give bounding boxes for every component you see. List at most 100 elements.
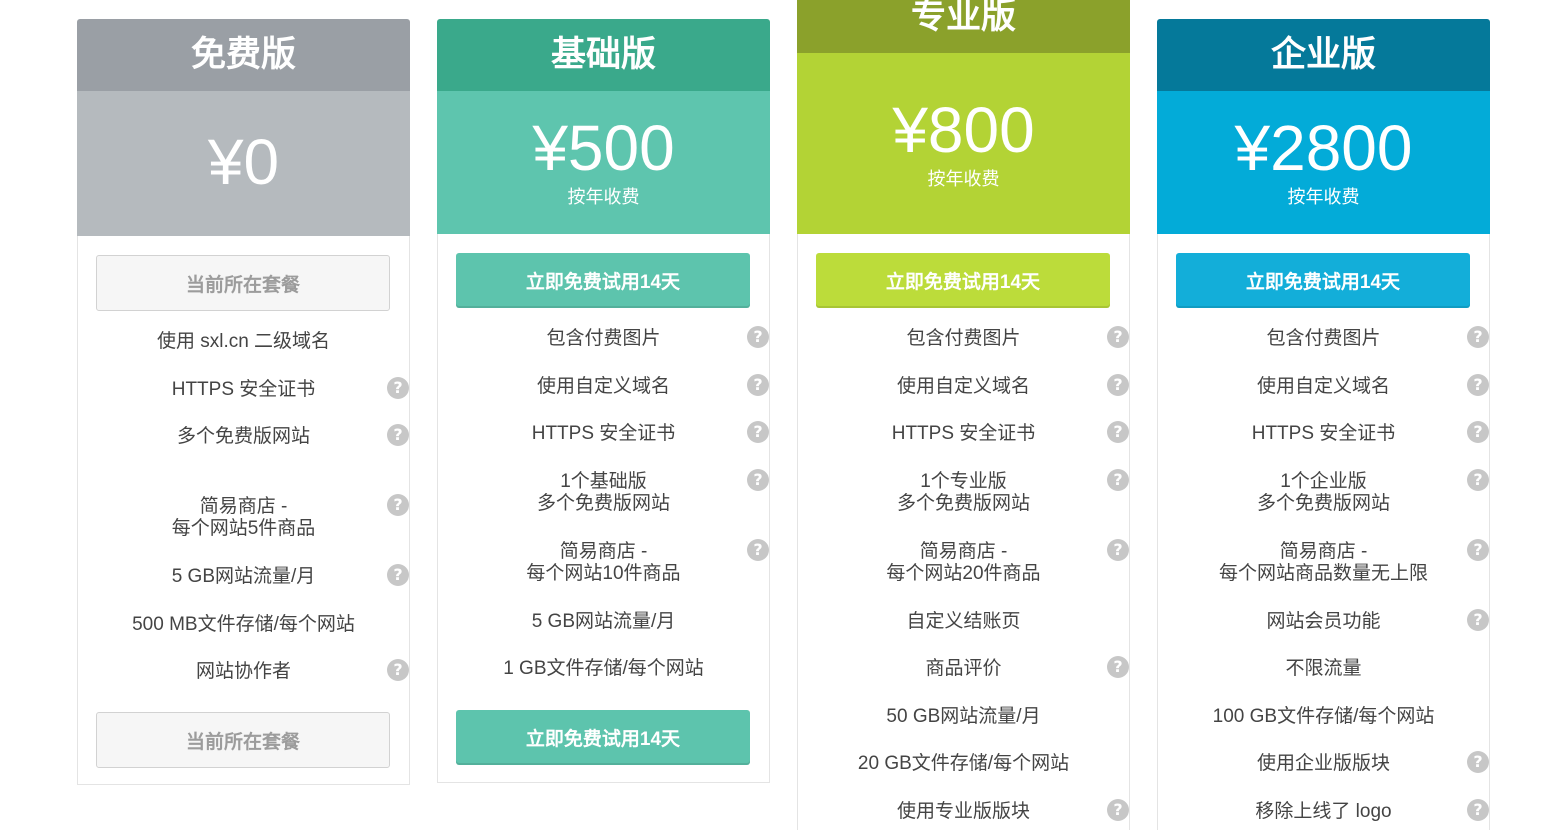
question-circle-icon[interactable] (1467, 798, 1489, 821)
feature-item: 1个专业版 多个免费版网站 (798, 458, 1129, 528)
feature-text: 1个企业版 (1280, 470, 1367, 492)
question-circle-icon[interactable] (1467, 421, 1489, 443)
feature-item: 使用自定义域名 (798, 363, 1129, 411)
feature-text: 100 GB文件存储/每个网站 (1212, 705, 1435, 727)
feature-item: 网站协作者 (78, 648, 409, 696)
price-amount: ¥800 (892, 94, 1035, 166)
question-circle-icon[interactable] (1467, 608, 1489, 631)
feature-item: 1个基础版 多个免费版网站 (438, 458, 769, 528)
feature-list: 使用 sxl.cn 二级域名 HTTPS 安全证书 多个免费版网站 简易商店 -… (78, 318, 409, 696)
feature-text: 简易商店 - (559, 540, 648, 562)
feature-item: 100 GB文件存储/每个网站 (1158, 693, 1489, 741)
question-circle-icon[interactable] (747, 538, 769, 561)
feature-text: 多个免费版网站 (536, 492, 670, 514)
feature-item: HTTPS 安全证书 (438, 410, 769, 458)
feature-text: 移除上线了 logo (1255, 800, 1392, 822)
free-trial-button[interactable]: 立即免费试用14天 (1176, 253, 1470, 308)
billing-period: 按年收费 (1287, 187, 1360, 207)
price-panel: ¥2800 按年收费 (1157, 91, 1490, 234)
feature-text: 包含付费图片 (906, 328, 1021, 349)
feature-item: 简易商店 - 每个网站10件商品 (438, 528, 769, 598)
feature-list: 包含付费图片 使用自定义域名 HTTPS 安全证书 1个企业版 多个免费版网站 … (1158, 315, 1489, 830)
feature-item: 网站会员功能 (1158, 598, 1489, 646)
free-trial-button[interactable]: 立即免费试用14天 (456, 253, 750, 308)
plan-body: 立即免费试用14天 包含付费图片 使用自定义域名 HTTPS 安全证书 1个基础… (437, 234, 770, 783)
feature-item: 使用专业版版块 (798, 788, 1129, 830)
feature-list: 包含付费图片 使用自定义域名 HTTPS 安全证书 1个基础版 多个免费版网站 … (438, 315, 769, 693)
question-circle-icon[interactable] (1107, 656, 1129, 678)
question-circle-icon[interactable] (747, 373, 769, 396)
feature-item: 使用企业版版块 (1158, 740, 1489, 788)
question-circle-icon[interactable] (1107, 326, 1129, 348)
feature-item: HTTPS 安全证书 (1158, 410, 1489, 458)
question-circle-icon[interactable] (1107, 468, 1129, 491)
feature-item: 包含付费图片 (1158, 315, 1489, 363)
feature-text: 使用自定义域名 (536, 375, 670, 397)
feature-text: 每个网站10件商品 (526, 562, 681, 584)
plan-body: 当前所在套餐 使用 sxl.cn 二级域名 HTTPS 安全证书 多个免费版网站… (77, 236, 410, 785)
plan-title: 企业版 (1157, 19, 1490, 91)
feature-text: 自定义结账页 (906, 610, 1021, 632)
question-circle-icon[interactable] (1467, 373, 1489, 396)
question-circle-icon[interactable] (747, 421, 769, 443)
billing-period: 按年收费 (567, 187, 640, 207)
question-circle-icon[interactable] (387, 659, 409, 681)
plan-title: 基础版 (437, 19, 770, 91)
feature-text: 简易商店 - (199, 496, 288, 517)
question-circle-icon[interactable] (1467, 751, 1489, 773)
feature-text: 商品评价 (925, 658, 1002, 679)
price-panel: ¥500 按年收费 (437, 91, 770, 234)
feature-item: HTTPS 安全证书 (78, 366, 409, 414)
feature-text: 简易商店 - (1279, 540, 1368, 562)
current-plan-button[interactable]: 当前所在套餐 (96, 255, 390, 311)
feature-item: 简易商店 - 每个网站5件商品 (78, 483, 409, 553)
current-plan-button[interactable]: 当前所在套餐 (96, 712, 390, 768)
feature-item: 简易商店 - 每个网站商品数量无上限 (1158, 528, 1489, 598)
billing-period: 按年收费 (927, 169, 1000, 189)
feature-text: 多个免费版网站 (896, 492, 1030, 514)
feature-text: 不限流量 (1285, 658, 1362, 679)
question-circle-icon[interactable] (747, 468, 769, 491)
feature-item: 1 GB文件存储/每个网站 (438, 645, 769, 693)
question-circle-icon[interactable] (387, 564, 409, 586)
feature-item: 50 GB网站流量/月 (798, 693, 1129, 741)
feature-item: 使用自定义域名 (1158, 363, 1489, 411)
question-circle-icon[interactable] (1107, 373, 1129, 396)
question-circle-icon[interactable] (387, 376, 409, 399)
feature-item: 500 MB文件存储/每个网站 (78, 601, 409, 649)
feature-text: 简易商店 - (919, 540, 1008, 562)
question-circle-icon[interactable] (1107, 421, 1129, 443)
question-circle-icon[interactable] (747, 326, 769, 348)
question-circle-icon[interactable] (387, 424, 409, 446)
question-circle-icon[interactable] (1467, 538, 1489, 561)
feature-text: 网站会员功能 (1266, 610, 1381, 632)
free-trial-button[interactable]: 立即免费试用14天 (816, 253, 1110, 308)
feature-item: 使用 sxl.cn 二级域名 (78, 318, 409, 366)
question-circle-icon[interactable] (1107, 798, 1129, 821)
feature-item: 简易商店 - 每个网站20件商品 (798, 528, 1129, 598)
question-circle-icon[interactable] (1467, 326, 1489, 348)
plan-title: 专业版 (797, 0, 1130, 53)
feature-text: 使用 sxl.cn 二级域名 (156, 331, 331, 352)
feature-text: 5 GB网站流量/月 (171, 566, 316, 587)
feature-text: 1个专业版 (920, 470, 1007, 492)
free-trial-button[interactable]: 立即免费试用14天 (456, 710, 750, 765)
feature-item: HTTPS 安全证书 (798, 410, 1129, 458)
feature-text: 网站协作者 (195, 661, 291, 682)
feature-item: 自定义结账页 (798, 598, 1129, 646)
feature-text: 20 GB文件存储/每个网站 (857, 753, 1070, 774)
price-panel: ¥800 按年收费 (797, 53, 1130, 234)
question-circle-icon[interactable] (387, 494, 409, 516)
plan-card-pro: 专业版 ¥800 按年收费 立即免费试用14天 包含付费图片 使用自定义域名 H… (797, 0, 1130, 830)
feature-text: 1 GB文件存储/每个网站 (503, 658, 704, 679)
feature-text: 使用企业版版块 (1256, 753, 1390, 774)
price-amount: ¥2800 (1234, 112, 1413, 184)
question-circle-icon[interactable] (1107, 538, 1129, 561)
feature-text: 多个免费版网站 (1256, 492, 1390, 514)
feature-text: HTTPS 安全证书 (1251, 423, 1396, 444)
question-circle-icon[interactable] (1467, 468, 1489, 491)
feature-text: 每个网站5件商品 (171, 518, 316, 539)
feature-text: HTTPS 安全证书 (531, 423, 676, 444)
feature-text: 包含付费图片 (1266, 328, 1381, 349)
feature-list: 包含付费图片 使用自定义域名 HTTPS 安全证书 1个专业版 多个免费版网站 … (798, 315, 1129, 830)
